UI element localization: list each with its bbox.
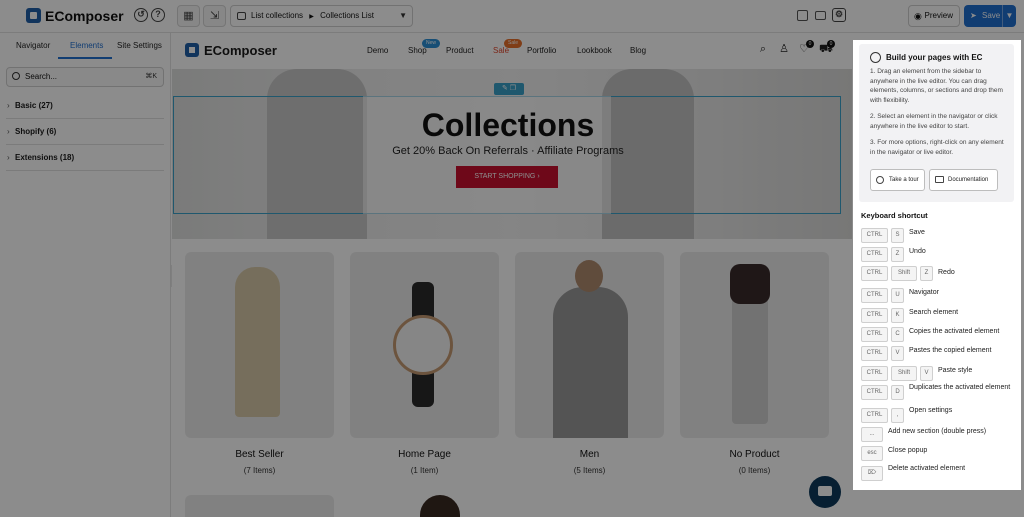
key-cap: CTRL	[861, 247, 888, 262]
shortcut-label: Undo	[909, 248, 926, 255]
key-cap: esc	[861, 446, 883, 461]
shortcut-label: Close popup	[888, 447, 928, 454]
key-cap: Shift	[891, 366, 917, 381]
shortcut-label: Add new section (double press)	[888, 428, 987, 435]
key-cap: CTRL	[861, 228, 888, 243]
editor-app: EComposer ↺ ? ▦ ⇲ List collections ▶ Col…	[0, 0, 1024, 517]
key-cap: CTRL	[861, 366, 888, 381]
key-cap: D	[891, 385, 904, 400]
documentation-label: Documentation	[948, 177, 989, 183]
play-icon	[876, 176, 884, 184]
shortcut-label: Redo	[938, 269, 955, 276]
folder-icon	[935, 176, 944, 183]
key-cap: U	[891, 288, 904, 303]
key-cap: CTRL	[861, 385, 888, 400]
take-a-tour-button[interactable]: Take a tour	[870, 169, 925, 191]
popup-title: Build your pages with EC	[886, 53, 983, 62]
shortcut-label: Open settings	[909, 407, 953, 414]
key-cap: CTRL	[861, 308, 888, 323]
documentation-button[interactable]: Documentation	[929, 169, 998, 191]
key-cap: CTRL	[861, 266, 888, 281]
shortcut-label: Copies the activated element	[909, 328, 1000, 335]
key-cap: K	[891, 308, 904, 323]
getting-started-box: Build your pages with EC 1. Drag an elem…	[859, 44, 1014, 202]
key-cap: ⌦	[861, 466, 883, 481]
key-cap: V	[920, 366, 933, 381]
key-cap: CTRL	[861, 408, 888, 423]
shortcut-label: Search element	[909, 309, 959, 316]
shortcut-label: Pastes the copied element	[909, 347, 992, 354]
key-cap: CTRL	[861, 346, 888, 361]
shortcut-label: Paste style	[938, 367, 973, 374]
key-cap: Z	[920, 266, 933, 281]
key-cap: Z	[891, 247, 904, 262]
key-cap: CTRL	[861, 327, 888, 342]
key-cap: ,	[891, 408, 904, 423]
shortcut-title: Keyboard shortcut	[861, 211, 928, 220]
shortcut-label: Navigator	[909, 289, 939, 296]
shortcut-label: Save	[909, 229, 925, 236]
key-cap: S	[891, 228, 904, 243]
key-cap: V	[891, 346, 904, 361]
shortcut-label: Delete activated element	[888, 465, 966, 472]
take-a-tour-label: Take a tour	[889, 177, 919, 183]
key-cap: CTRL	[861, 288, 888, 303]
key-cap: ...	[861, 427, 883, 442]
tip-text: 1. Drag an element from the sidebar to a…	[870, 68, 1003, 104]
build-icon	[870, 52, 881, 63]
key-cap: Shift	[891, 266, 917, 281]
shortcut-label: Duplicates the activated element	[909, 384, 1011, 391]
tip-text: 3. For more options, right-click on any …	[870, 139, 1004, 156]
key-cap: C	[891, 327, 904, 342]
tip-text: 2. Select an element in the navigator or…	[870, 113, 998, 130]
help-popup: Build your pages with EC 1. Drag an elem…	[853, 40, 1021, 490]
